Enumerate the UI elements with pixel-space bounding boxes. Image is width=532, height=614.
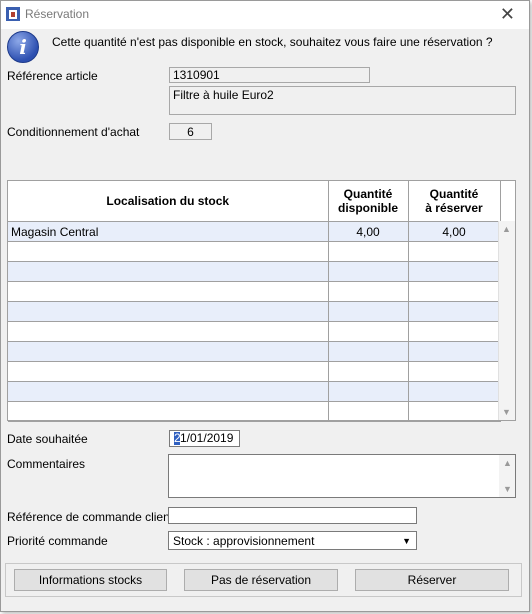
- column-header-available[interactable]: Quantité disponible: [328, 181, 409, 222]
- table-row[interactable]: [8, 281, 501, 302]
- cell-location[interactable]: [8, 301, 329, 322]
- column-header-location[interactable]: Localisation du stock: [8, 181, 329, 222]
- title-bar: Réservation ✕: [1, 1, 529, 29]
- reference-description: Filtre à huile Euro2: [169, 86, 516, 115]
- info-stocks-button[interactable]: Informations stocks: [14, 569, 167, 591]
- cell-to-reserve[interactable]: 4,00: [408, 221, 501, 242]
- no-reservation-button[interactable]: Pas de réservation: [184, 569, 338, 591]
- client-ref-label: Référence de commande client: [7, 510, 174, 524]
- cell-location[interactable]: [8, 321, 329, 342]
- cell-location[interactable]: [8, 281, 329, 302]
- reservation-dialog: Réservation ✕ i Cette quantité n'est pas…: [0, 0, 530, 612]
- cell-location[interactable]: [8, 261, 329, 282]
- priority-value: Stock : approvisionnement: [173, 534, 315, 548]
- cell-location[interactable]: [8, 381, 329, 402]
- table-row[interactable]: [8, 301, 501, 322]
- cell-to-reserve[interactable]: [408, 361, 501, 382]
- client-ref-field[interactable]: [168, 507, 417, 524]
- cell-location[interactable]: [8, 241, 329, 262]
- cell-to-reserve[interactable]: [408, 401, 501, 422]
- reserve-button[interactable]: Réserver: [355, 569, 509, 591]
- reference-code: 1310901: [169, 67, 370, 83]
- table-row[interactable]: [8, 261, 501, 282]
- app-icon: [6, 7, 20, 21]
- scroll-up-icon[interactable]: ▲: [502, 224, 511, 234]
- cell-available: [328, 281, 409, 302]
- date-value: 1/01/2019: [180, 431, 234, 445]
- cell-available: [328, 341, 409, 362]
- cell-to-reserve[interactable]: [408, 241, 501, 262]
- table-row[interactable]: [8, 341, 501, 362]
- cell-to-reserve[interactable]: [408, 301, 501, 322]
- cell-location[interactable]: Magasin Central: [8, 221, 329, 242]
- grid-scrollbar[interactable]: ▲ ▼: [498, 221, 515, 420]
- conditionnement-label: Conditionnement d'achat: [7, 125, 140, 139]
- cell-available: [328, 381, 409, 402]
- date-field[interactable]: 21/01/2019: [169, 430, 240, 447]
- cell-location[interactable]: [8, 361, 329, 382]
- priority-label: Priorité commande: [7, 534, 108, 548]
- table-row[interactable]: [8, 321, 501, 342]
- column-header-to-reserve[interactable]: Quantité à réserver: [408, 181, 501, 222]
- cell-available: [328, 301, 409, 322]
- priority-select[interactable]: Stock : approvisionnement ▼: [168, 531, 417, 550]
- comments-field[interactable]: ▲ ▼: [168, 454, 516, 498]
- close-icon[interactable]: ✕: [500, 4, 515, 25]
- info-icon: i: [7, 31, 39, 63]
- conditionnement-value: 6: [169, 123, 212, 140]
- cell-location[interactable]: [8, 341, 329, 362]
- cell-available: [328, 361, 409, 382]
- table-row[interactable]: [8, 241, 501, 262]
- comments-label: Commentaires: [7, 457, 86, 471]
- date-label: Date souhaitée: [7, 432, 88, 446]
- scroll-up-icon[interactable]: ▲: [503, 458, 512, 468]
- scroll-down-icon[interactable]: ▼: [503, 484, 512, 494]
- table-row[interactable]: [8, 361, 501, 382]
- cell-to-reserve[interactable]: [408, 341, 501, 362]
- scroll-down-icon[interactable]: ▼: [502, 407, 511, 417]
- cell-available: [328, 241, 409, 262]
- cell-to-reserve[interactable]: [408, 281, 501, 302]
- cell-to-reserve[interactable]: [408, 321, 501, 342]
- chevron-down-icon[interactable]: ▼: [402, 536, 411, 546]
- cell-available: 4,00: [328, 221, 409, 242]
- cell-available: [328, 401, 409, 422]
- table-row[interactable]: Magasin Central 4,00 4,00: [8, 221, 501, 242]
- table-row[interactable]: [8, 381, 501, 402]
- cell-available: [328, 261, 409, 282]
- cell-to-reserve[interactable]: [408, 381, 501, 402]
- cell-location[interactable]: [8, 401, 329, 422]
- message-text: Cette quantité n'est pas disponible en s…: [52, 35, 493, 49]
- window-title: Réservation: [25, 7, 90, 21]
- reference-label: Référence article: [7, 69, 98, 83]
- stock-grid[interactable]: Localisation du stock Quantité disponibl…: [7, 180, 516, 422]
- comments-scrollbar[interactable]: ▲ ▼: [499, 455, 515, 497]
- cell-available: [328, 321, 409, 342]
- cell-to-reserve[interactable]: [408, 261, 501, 282]
- table-row[interactable]: [8, 401, 501, 422]
